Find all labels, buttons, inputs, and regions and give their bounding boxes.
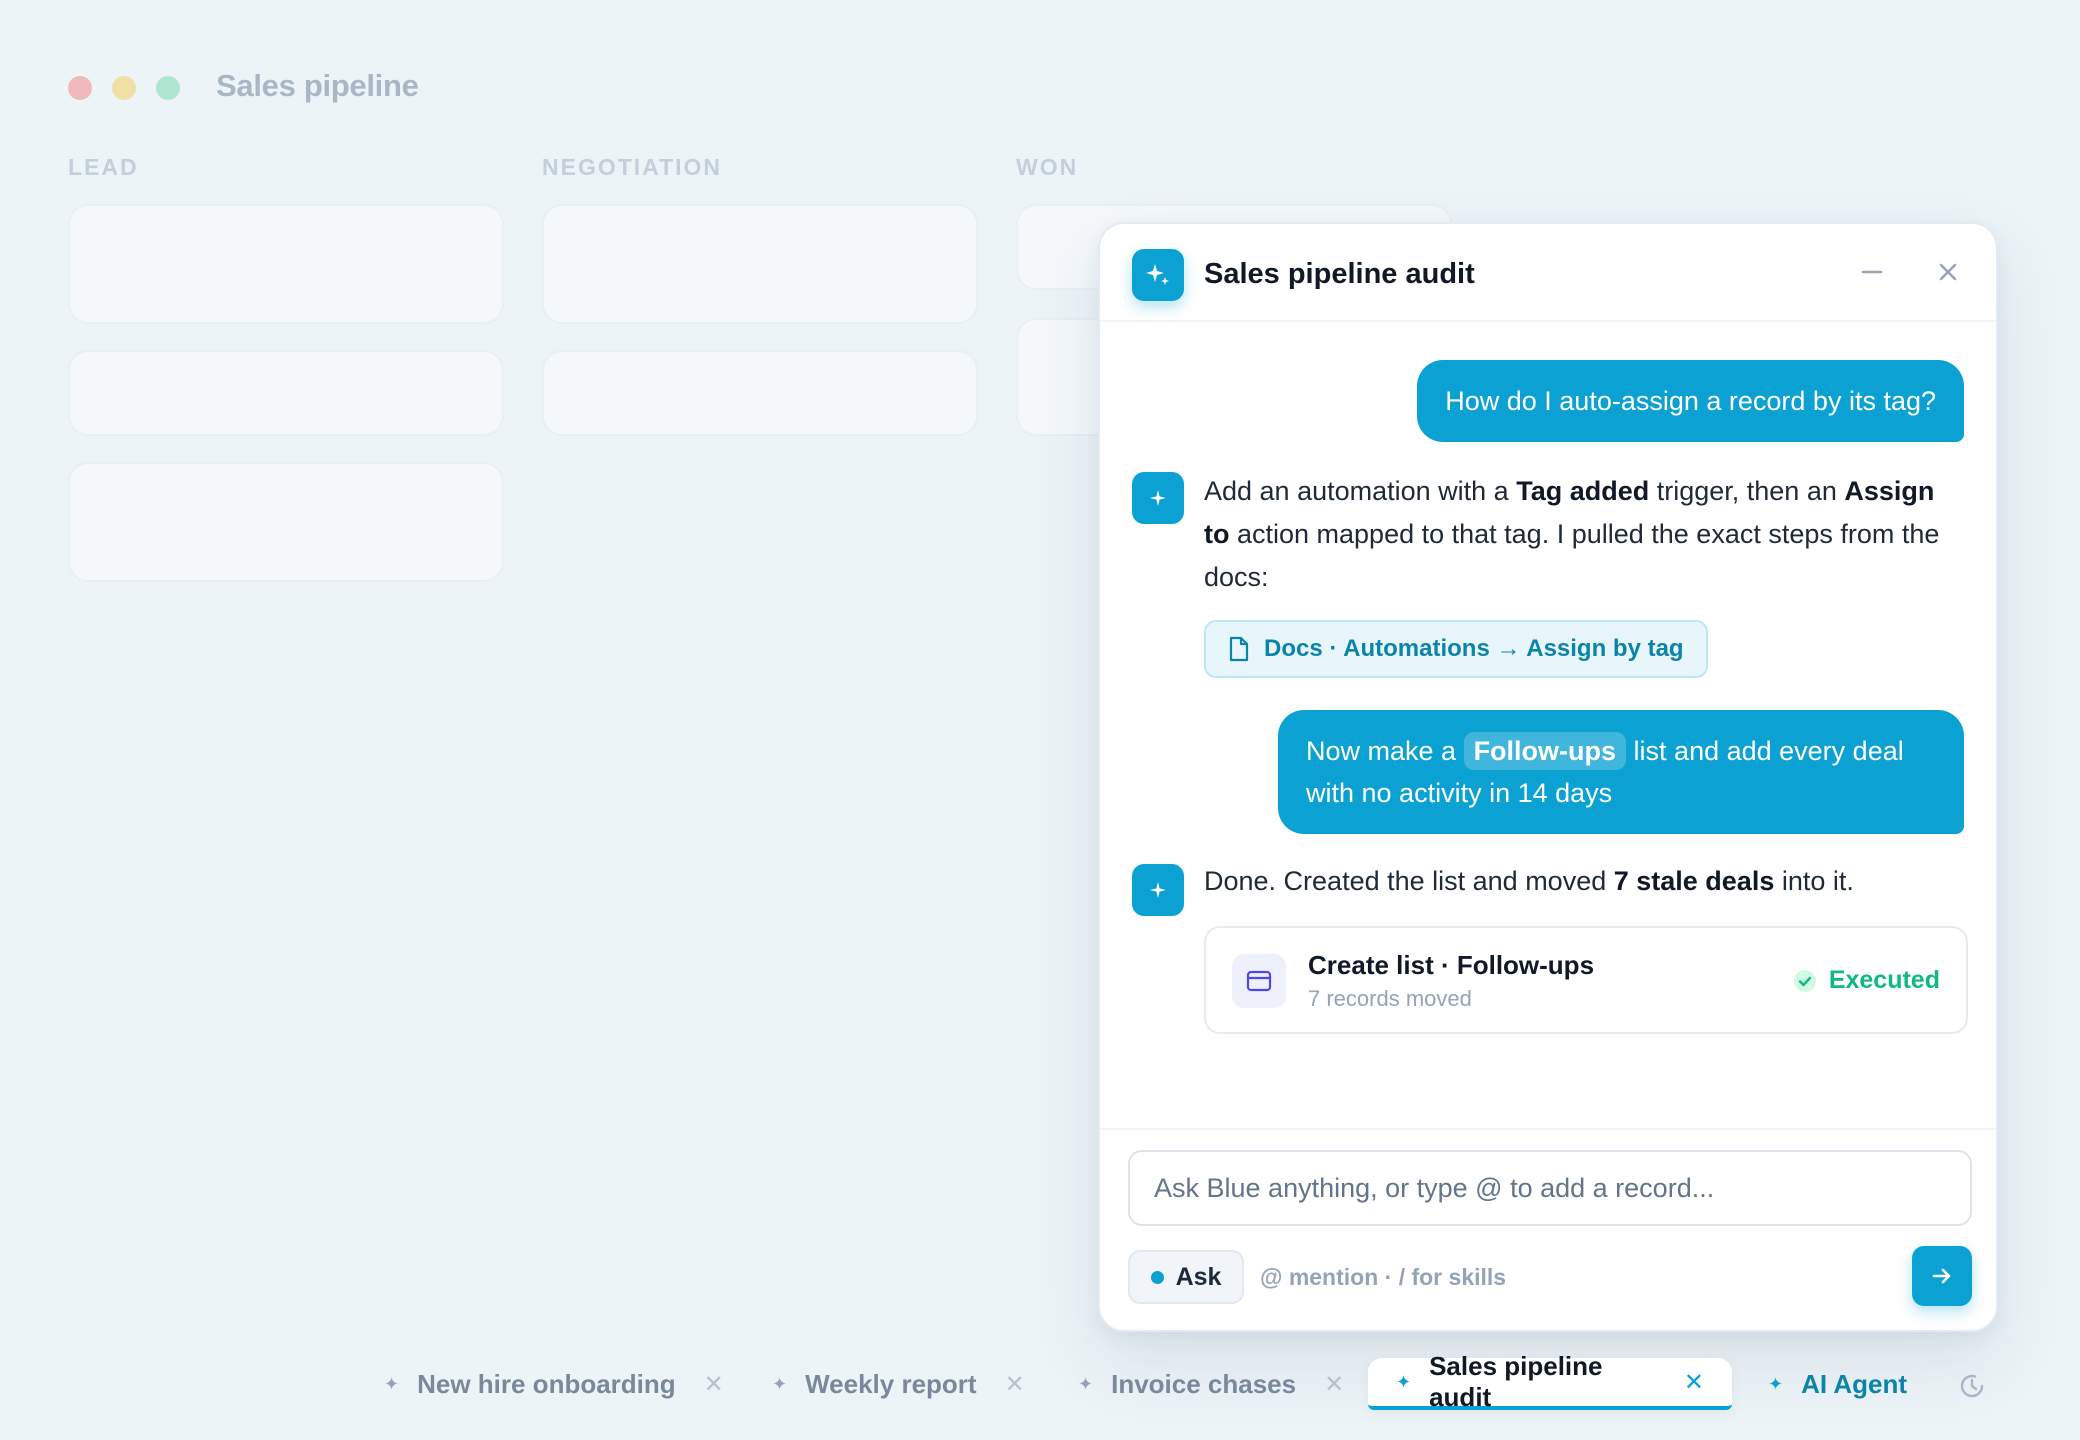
- tab-invoice-chases[interactable]: ✦ Invoice chases ✕: [1078, 1358, 1344, 1410]
- chat-panel: Sales pipeline audit How do I auto-assig…: [1098, 222, 1998, 1332]
- tab-close-icon[interactable]: ✕: [704, 1370, 724, 1399]
- window-maximize-dot[interactable]: [156, 76, 180, 100]
- deal-card[interactable]: [68, 462, 504, 582]
- column-label-negotiation: NEGOTIATION: [542, 154, 723, 180]
- deal-card[interactable]: [542, 350, 978, 436]
- board-title: Sales pipeline: [216, 68, 419, 103]
- sparkle-icon: ✦: [772, 1373, 788, 1394]
- assistant-avatar: [1132, 472, 1184, 524]
- mode-selector-button[interactable]: Ask: [1128, 1250, 1244, 1304]
- tab-close-icon[interactable]: ✕: [1005, 1370, 1025, 1399]
- assistant-text: Add an automation with a: [1204, 476, 1517, 506]
- sparkle-icon: ✦: [1396, 1371, 1412, 1392]
- panel-header: Sales pipeline audit: [1100, 224, 1996, 322]
- tab-close-icon[interactable]: ✕: [1684, 1368, 1704, 1397]
- list-name-chip: Follow-ups: [1463, 732, 1627, 770]
- mode-indicator-dot: [1150, 1270, 1164, 1284]
- history-icon: [1960, 1374, 1984, 1398]
- docs-link[interactable]: Docs · Automations → Assign by tag: [1204, 620, 1708, 678]
- column-label-lead: LEAD: [68, 154, 139, 180]
- close-button[interactable]: [1928, 252, 1968, 292]
- document-icon: [1229, 636, 1249, 662]
- composer-divider: [1100, 1128, 1996, 1130]
- arrow-right-icon: [1932, 1268, 1951, 1284]
- close-icon: [1939, 263, 1957, 281]
- window-minimize-dot[interactable]: [112, 76, 136, 100]
- assistant-text: Done. Created the list and moved: [1204, 866, 1614, 896]
- sparkle-icon: ✦: [384, 1373, 400, 1394]
- check-circle-icon: [1793, 969, 1816, 992]
- user-message: Now make a Follow-ups list and add every…: [1278, 710, 1964, 834]
- chat-input[interactable]: [1154, 1172, 1946, 1204]
- action-subtitle: 7 records moved: [1308, 986, 1472, 1011]
- assistant-message: Done. Created the list and moved 7 stale…: [1204, 860, 1964, 903]
- minimize-icon: [1861, 270, 1883, 274]
- status-label: Executed: [1828, 966, 1940, 994]
- tab-label: Sales pipeline audit: [1429, 1351, 1603, 1412]
- tab-new-hire-onboarding[interactable]: ✦ New hire onboarding ✕: [384, 1358, 724, 1410]
- traffic-lights: [68, 76, 180, 100]
- assistant-text: into it.: [1774, 866, 1854, 896]
- docs-link-label: Docs · Automations → Assign by tag: [1264, 635, 1684, 662]
- chat-input-wrapper: [1128, 1150, 1972, 1226]
- action-title: Create list · Follow-ups: [1308, 950, 1595, 980]
- panel-title: Sales pipeline audit: [1204, 258, 1475, 290]
- tab-weekly-report[interactable]: ✦ Weekly report ✕: [772, 1358, 1025, 1410]
- list-icon: [1232, 954, 1286, 1008]
- assistant-message: Add an automation with a Tag added trigg…: [1204, 470, 1964, 599]
- assistant-bold-text: 7 stale deals: [1613, 866, 1775, 896]
- user-message-text: Now make a: [1306, 736, 1464, 766]
- tab-close-icon[interactable]: ✕: [1324, 1370, 1344, 1399]
- composer-hint: @ mention · / for skills: [1260, 1264, 1507, 1290]
- deal-card[interactable]: [68, 350, 504, 436]
- sparkle-icon: [1150, 490, 1166, 506]
- tab-sales-pipeline-audit[interactable]: ✦ Sales pipeline audit ✕: [1368, 1351, 1732, 1412]
- deal-card[interactable]: [542, 204, 978, 324]
- sparkle-icon: ✦: [1078, 1373, 1094, 1394]
- assistant-text: trigger, then an: [1649, 476, 1845, 506]
- column-label-won: WON: [1016, 154, 1079, 180]
- status-badge: Executed: [1793, 966, 1940, 995]
- ai-agent-label: AI Agent: [1801, 1368, 1908, 1399]
- sparkle-icon: [1150, 882, 1166, 898]
- minimize-button[interactable]: [1852, 252, 1892, 292]
- deal-card[interactable]: [68, 204, 504, 324]
- tab-label: New hire onboarding: [417, 1368, 676, 1399]
- action-result-card[interactable]: Create list · Follow-ups 7 records moved…: [1204, 926, 1968, 1034]
- sparkle-icon: ✦: [1768, 1373, 1784, 1394]
- send-button[interactable]: [1912, 1246, 1972, 1306]
- window-close-dot[interactable]: [68, 76, 92, 100]
- user-message: How do I auto-assign a record by its tag…: [1417, 360, 1964, 442]
- tab-label: Invoice chases: [1111, 1368, 1297, 1399]
- sparkle-icon: [1132, 249, 1184, 301]
- mode-label: Ask: [1175, 1262, 1222, 1291]
- ai-agent-tab[interactable]: ✦ AI Agent: [1768, 1358, 1907, 1410]
- assistant-text: action mapped to that tag. I pulled the …: [1204, 519, 1940, 592]
- assistant-avatar: [1132, 864, 1184, 916]
- history-button[interactable]: [1952, 1366, 1992, 1406]
- assistant-bold-text: Tag added: [1516, 476, 1650, 506]
- tab-label: Weekly report: [805, 1368, 977, 1399]
- user-message-text: How do I auto-assign a record by its tag…: [1445, 386, 1936, 416]
